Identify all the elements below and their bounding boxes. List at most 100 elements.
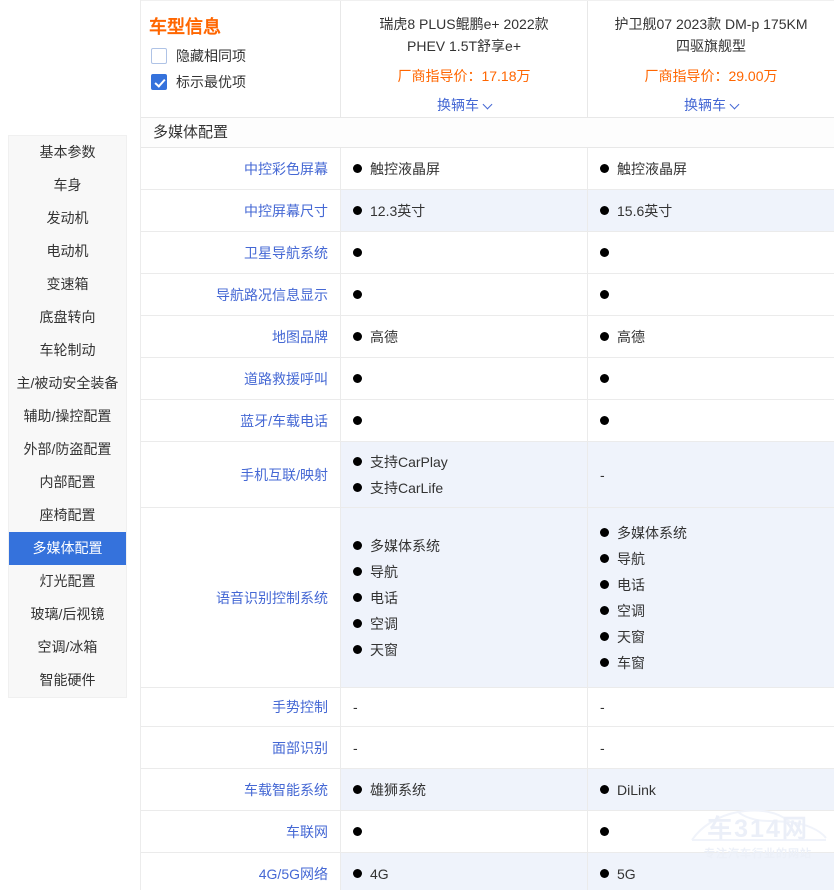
value-cell (587, 400, 834, 441)
value-cell (340, 232, 587, 273)
feature-dot-icon (600, 632, 609, 641)
change-car-link[interactable]: 换辆车 (684, 95, 738, 115)
hide-same-checkbox[interactable]: 隐藏相同项 (151, 47, 340, 65)
row-label-cell: 道路救援呼叫 (141, 358, 340, 399)
row-label-cell: 手势控制 (141, 688, 340, 726)
sidebar-item[interactable]: 智能硬件 (9, 664, 126, 697)
section-header: 多媒体配置 (141, 118, 834, 148)
row-label-link[interactable]: 地图品牌 (272, 327, 328, 347)
feature-dot-icon (353, 206, 362, 215)
mark-best-checkbox[interactable]: 标示最优项 (151, 73, 340, 91)
value-cell (340, 811, 587, 852)
sidebar-item[interactable]: 玻璃/后视镜 (9, 598, 126, 631)
value-cell: - (340, 727, 587, 768)
row-label-link[interactable]: 卫星导航系统 (244, 243, 328, 263)
change-car-link[interactable]: 换辆车 (437, 95, 491, 115)
feature-dot-icon (600, 290, 609, 299)
sidebar-item[interactable]: 电动机 (9, 235, 126, 268)
comparison-header: 车型信息 隐藏相同项 标示最优项 瑞虎8 PLUS鲲鹏e+ 2022款 PHEV… (141, 0, 834, 118)
value-cell: - (587, 727, 834, 768)
checkbox-unchecked-icon[interactable] (151, 48, 167, 64)
row-label-cell: 导航路况信息显示 (141, 274, 340, 315)
sidebar-item[interactable]: 主/被动安全装备 (9, 367, 126, 400)
feature-text: 触控液晶屏 (370, 156, 440, 182)
value-cell: 4G (340, 853, 587, 890)
feature-text: 4G (370, 861, 389, 887)
row-label-link[interactable]: 语音识别控制系统 (216, 588, 328, 608)
feature-dot-icon (353, 593, 362, 602)
feature-dot-icon (353, 483, 362, 492)
sidebar-item[interactable]: 基本参数 (9, 136, 126, 169)
table-row: 中控屏幕尺寸 12.3英寸 15.6英寸 (141, 190, 834, 232)
feature-item: - (600, 462, 830, 488)
value-cell: DiLink (587, 769, 834, 810)
feature-item (600, 290, 830, 299)
value-cell: 5G (587, 853, 834, 890)
row-label-link[interactable]: 中控屏幕尺寸 (244, 201, 328, 221)
row-label-link[interactable]: 4G/5G网络 (259, 864, 328, 884)
value-cell: 12.3英寸 (340, 190, 587, 231)
checkbox-checked-icon[interactable] (151, 74, 167, 90)
row-label-link[interactable]: 手势控制 (272, 697, 328, 717)
row-label-cell: 语音识别控制系统 (141, 508, 340, 687)
feature-text: 电话 (617, 572, 645, 598)
feature-dot-icon (353, 248, 362, 257)
row-label-cell: 中控彩色屏幕 (141, 148, 340, 189)
sidebar-item[interactable]: 底盘转向 (9, 301, 126, 334)
feature-dot-icon (600, 554, 609, 563)
row-label-link[interactable]: 中控彩色屏幕 (244, 159, 328, 179)
feature-dot-icon (353, 827, 362, 836)
value-cell: - (340, 688, 587, 726)
feature-item: 车窗 (600, 650, 830, 676)
feature-dot-icon (353, 332, 362, 341)
feature-text: 空调 (370, 611, 398, 637)
row-label-link[interactable]: 车载智能系统 (244, 780, 328, 800)
table-row: 导航路况信息显示 (141, 274, 834, 316)
value-cell: 高德 (587, 316, 834, 357)
feature-dot-icon (600, 869, 609, 878)
value-cell (340, 400, 587, 441)
sidebar-item[interactable]: 变速箱 (9, 268, 126, 301)
row-label-link[interactable]: 导航路况信息显示 (216, 285, 328, 305)
feature-dot-icon (600, 248, 609, 257)
price-prefix: 厂商指导价： (397, 68, 481, 84)
feature-dot-icon (600, 416, 609, 425)
row-label-link[interactable]: 面部识别 (272, 738, 328, 758)
value-cell (587, 274, 834, 315)
row-label-link[interactable]: 手机互联/映射 (240, 465, 328, 485)
row-label-link[interactable]: 道路救援呼叫 (244, 369, 328, 389)
feature-text: 多媒体系统 (370, 533, 440, 559)
sidebar-item[interactable]: 外部/防盗配置 (9, 433, 126, 466)
feature-item (600, 416, 830, 425)
sidebar-item[interactable]: 座椅配置 (9, 499, 126, 532)
row-label-link[interactable]: 蓝牙/车载电话 (240, 411, 328, 431)
table-row: 地图品牌高德高德 (141, 316, 834, 358)
sidebar-item[interactable]: 多媒体配置 (9, 532, 126, 565)
row-label-cell: 卫星导航系统 (141, 232, 340, 273)
feature-dot-icon (353, 645, 362, 654)
feature-item: - (600, 694, 830, 720)
feature-dot-icon (353, 457, 362, 466)
feature-dot-icon (353, 785, 362, 794)
row-label-cell: 车载智能系统 (141, 769, 340, 810)
table-row: 手势控制-- (141, 688, 834, 727)
sidebar-item[interactable]: 车身 (9, 169, 126, 202)
feature-item (600, 827, 830, 836)
feature-item: 天窗 (600, 624, 830, 650)
sidebar-item[interactable]: 辅助/操控配置 (9, 400, 126, 433)
sidebar-item[interactable]: 发动机 (9, 202, 126, 235)
feature-item: 15.6英寸 (600, 198, 830, 224)
sidebar-item[interactable]: 车轮制动 (9, 334, 126, 367)
row-label-link[interactable]: 车联网 (286, 822, 328, 842)
feature-dot-icon (600, 785, 609, 794)
value-cell: 多媒体系统导航电话空调天窗 (340, 508, 587, 687)
sidebar-item[interactable]: 内部配置 (9, 466, 126, 499)
sidebar-item[interactable]: 灯光配置 (9, 565, 126, 598)
section-title: 多媒体配置 (153, 124, 228, 141)
feature-item: 雄狮系统 (353, 777, 583, 803)
price-prefix: 厂商指导价： (644, 68, 728, 84)
car-price: 厂商指导价：17.18万 (341, 66, 587, 86)
feature-text: 支持CarLife (370, 475, 443, 501)
model-info-column: 车型信息 隐藏相同项 标示最优项 (141, 1, 340, 117)
sidebar-item[interactable]: 空调/冰箱 (9, 631, 126, 664)
